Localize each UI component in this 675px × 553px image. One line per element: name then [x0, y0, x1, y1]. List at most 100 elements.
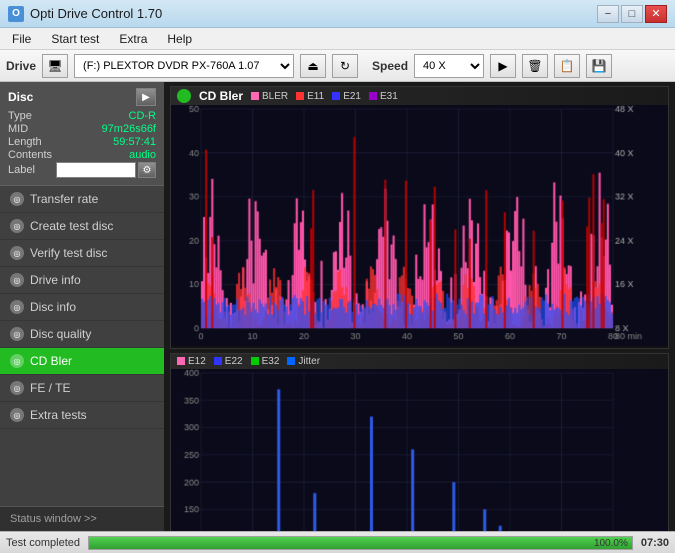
legend-label-e11: E11 [307, 91, 324, 102]
sidebar-label-disc-quality: Disc quality [30, 327, 91, 341]
legend-label-e12: E12 [188, 356, 206, 367]
sidebar-items: ◎ Transfer rate ◎ Create test disc ◎ Ver… [0, 186, 164, 429]
transfer-rate-icon: ◎ [10, 192, 24, 206]
menu-extra[interactable]: Extra [111, 30, 155, 48]
chart2-legend-e32: E32 [251, 356, 280, 367]
chart1-title-bar: CD Bler BLER E11 E21 E3 [171, 87, 668, 105]
sidebar-item-cd-bler[interactable]: ◎ CD Bler [0, 348, 164, 375]
drive-icon-button[interactable]: 🖥 [42, 54, 68, 78]
disc-contents-row: Contents audio [8, 149, 156, 161]
disc-length-value: 59:57:41 [113, 136, 156, 148]
sidebar-item-disc-quality[interactable]: ◎ Disc quality [0, 321, 164, 348]
legend-label-bler: BLER [262, 91, 288, 102]
app-icon-letter: O [12, 8, 20, 19]
chart1-legend-e11: E11 [296, 91, 324, 102]
verify-test-disc-icon: ◎ [10, 246, 24, 260]
chart2-canvas [171, 369, 668, 532]
disc-info-icon: ◎ [10, 300, 24, 314]
chart1-title: CD Bler [199, 89, 243, 103]
sidebar-label-create-test-disc: Create test disc [30, 219, 113, 233]
sidebar-item-disc-info[interactable]: ◎ Disc info [0, 294, 164, 321]
chart2-container: E12 E22 E32 Jitter [170, 353, 669, 532]
legend-label-jitter: Jitter [298, 356, 320, 367]
erase-button[interactable]: 🗑 [522, 54, 548, 78]
sidebar-item-fe-te[interactable]: ◎ FE / TE [0, 375, 164, 402]
sidebar-label-fe-te: FE / TE [30, 381, 70, 395]
cd-bler-icon: ◎ [10, 354, 24, 368]
label-gear-button[interactable]: ⚙ [138, 162, 156, 178]
disc-quality-icon: ◎ [10, 327, 24, 341]
chart-area: CD Bler BLER E11 E21 E3 [164, 82, 675, 531]
chart1-legend-e21: E21 [332, 91, 361, 102]
menu-file[interactable]: File [4, 30, 39, 48]
speed-select[interactable]: 40 X [414, 54, 484, 78]
legend-dot-e12 [177, 357, 185, 365]
legend-label-e22: E22 [225, 356, 243, 367]
speed-apply-button[interactable]: ▶ [490, 54, 516, 78]
legend-dot-e31 [369, 92, 377, 100]
menu-start-test[interactable]: Start test [43, 30, 107, 48]
chart1-canvas [171, 105, 668, 346]
menu-help[interactable]: Help [159, 30, 200, 48]
chart2-legend-e22: E22 [214, 356, 243, 367]
legend-dot-jitter [287, 357, 295, 365]
chart2-legend-jitter: Jitter [287, 356, 320, 367]
disc-type-label: Type [8, 110, 32, 122]
disc-label-input[interactable] [56, 162, 136, 178]
legend-label-e21: E21 [343, 91, 361, 102]
copy-button[interactable]: 📋 [554, 54, 580, 78]
speed-label: Speed [372, 59, 408, 73]
disc-contents-label: Contents [8, 149, 52, 161]
app-icon: O [8, 6, 24, 22]
disc-mid-value: 97m26s66f [102, 123, 156, 135]
titlebar: O Opti Drive Control 1.70 − □ ✕ [0, 0, 675, 28]
titlebar-title: Opti Drive Control 1.70 [30, 6, 162, 21]
disc-mid-label: MID [8, 123, 28, 135]
disc-mid-row: MID 97m26s66f [8, 123, 156, 135]
sidebar-item-transfer-rate[interactable]: ◎ Transfer rate [0, 186, 164, 213]
sidebar-item-extra-tests[interactable]: ◎ Extra tests [0, 402, 164, 429]
create-test-disc-icon: ◎ [10, 219, 24, 233]
sidebar-label-verify-test-disc: Verify test disc [30, 246, 107, 260]
drive-select[interactable]: (F:) PLEXTOR DVDR PX-760A 1.07 [74, 54, 294, 78]
save-button[interactable]: 💾 [586, 54, 612, 78]
sidebar: Disc ▶ Type CD-R MID 97m26s66f Length 59… [0, 82, 164, 531]
main-layout: Disc ▶ Type CD-R MID 97m26s66f Length 59… [0, 82, 675, 531]
chart1-container: CD Bler BLER E11 E21 E3 [170, 86, 669, 349]
drive-info-icon: ◎ [10, 273, 24, 287]
progress-bar-container: 100.0% [88, 536, 633, 550]
legend-dot-e32 [251, 357, 259, 365]
content-area: CD Bler BLER E11 E21 E3 [164, 82, 675, 531]
disc-panel-arrow[interactable]: ▶ [136, 88, 156, 106]
eject-button[interactable]: ⏏ [300, 54, 326, 78]
sidebar-item-drive-info[interactable]: ◎ Drive info [0, 267, 164, 294]
status-window-button[interactable]: Status window >> [0, 506, 164, 531]
chart1-legend-e31: E31 [369, 91, 398, 102]
legend-dot-e21 [332, 92, 340, 100]
refresh-button[interactable]: ↻ [332, 54, 358, 78]
drive-label: Drive [6, 59, 36, 73]
legend-dot-e11 [296, 92, 304, 100]
extra-tests-icon: ◎ [10, 408, 24, 422]
drivebar: Drive 🖥 (F:) PLEXTOR DVDR PX-760A 1.07 ⏏… [0, 50, 675, 82]
disc-label-label: Label [8, 164, 35, 176]
close-button[interactable]: ✕ [645, 5, 667, 23]
menubar: File Start test Extra Help [0, 28, 675, 50]
statusbar: Test completed 100.0% 07:30 [0, 531, 675, 553]
legend-dot-bler [251, 92, 259, 100]
disc-header-label: Disc [8, 90, 33, 104]
sidebar-item-verify-test-disc[interactable]: ◎ Verify test disc [0, 240, 164, 267]
chart2-title-bar: E12 E22 E32 Jitter [171, 354, 668, 369]
disc-length-row: Length 59:57:41 [8, 136, 156, 148]
time-text: 07:30 [641, 537, 669, 549]
sidebar-label-disc-info: Disc info [30, 300, 76, 314]
disc-contents-value: audio [129, 149, 156, 161]
maximize-button[interactable]: □ [621, 5, 643, 23]
disc-type-row: Type CD-R [8, 110, 156, 122]
titlebar-buttons: − □ ✕ [597, 5, 667, 23]
minimize-button[interactable]: − [597, 5, 619, 23]
legend-label-e32: E32 [262, 356, 280, 367]
legend-dot-e22 [214, 357, 222, 365]
sidebar-item-create-test-disc[interactable]: ◎ Create test disc [0, 213, 164, 240]
disc-length-label: Length [8, 136, 42, 148]
